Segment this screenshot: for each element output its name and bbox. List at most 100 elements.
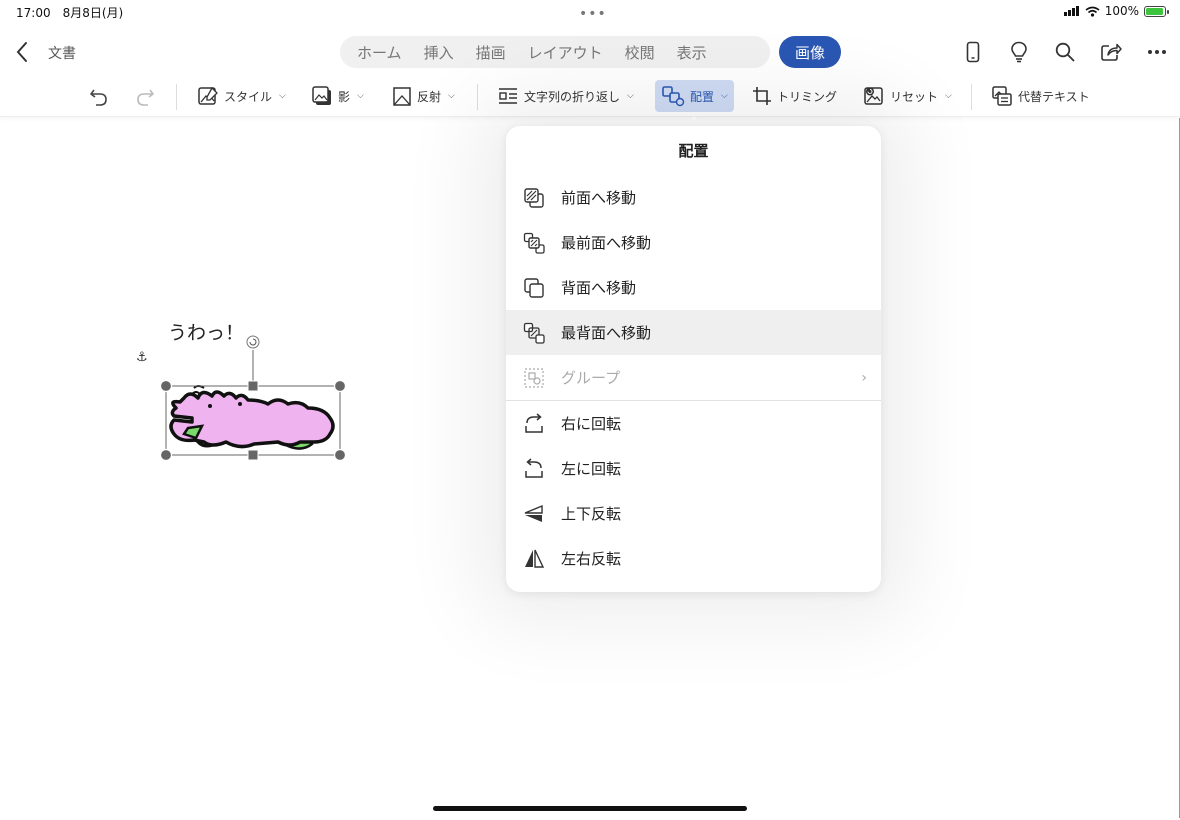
reset-picture-icon xyxy=(864,87,883,105)
status-indicators: 100% xyxy=(1063,4,1169,18)
redo-button[interactable] xyxy=(134,78,156,114)
menu-label: 右に回転 xyxy=(561,415,622,433)
style-label: スタイル xyxy=(224,89,273,104)
popover-title: 配置 xyxy=(678,142,709,160)
group-icon xyxy=(522,366,546,390)
shadow-label: 影 xyxy=(338,89,351,104)
undo-icon xyxy=(90,89,107,106)
style-button[interactable]: スタイル ⌵ xyxy=(197,78,286,114)
chevron-down-icon: ⌵ xyxy=(945,91,952,101)
wifi-icon xyxy=(1085,6,1100,17)
alt-text-label: 代替テキスト xyxy=(1018,89,1090,104)
selected-picture[interactable] xyxy=(150,330,360,470)
crop-icon xyxy=(753,87,771,105)
resize-handle[interactable] xyxy=(159,379,173,393)
shadow-button[interactable]: 影 ⌵ xyxy=(311,78,364,114)
ribbon-tabs: ホーム 挿入 描画 レイアウト 校閲 表示 xyxy=(340,36,770,68)
search-button[interactable] xyxy=(1052,36,1078,68)
tab-layout[interactable]: レイアウト xyxy=(517,42,614,63)
chevron-left-icon xyxy=(16,42,27,62)
more-button[interactable] xyxy=(1144,36,1170,68)
menu-bring-forward[interactable]: 前面へ移動 xyxy=(506,175,881,220)
chevron-down-icon: ⌵ xyxy=(357,91,364,101)
wrap-text-button[interactable]: 文字列の折り返し ⌵ xyxy=(497,78,634,114)
flip-horizontal-icon xyxy=(522,547,546,571)
pink-crocodile-image xyxy=(169,385,335,450)
menu-label: 左右反転 xyxy=(561,550,622,568)
menu-flip-vertical[interactable]: 上下反転 xyxy=(506,491,881,536)
share-icon xyxy=(1101,43,1122,61)
chevron-right-icon: › xyxy=(861,369,867,386)
rotate-handle[interactable] xyxy=(246,335,260,349)
menu-label: 左に回転 xyxy=(561,460,622,478)
reset-button[interactable]: リセット ⌵ xyxy=(863,78,952,114)
tab-picture[interactable]: 画像 xyxy=(779,36,841,68)
menu-label: グループ xyxy=(561,369,621,387)
resize-handle[interactable] xyxy=(159,448,173,462)
tab-home[interactable]: ホーム xyxy=(346,42,413,63)
menu-label: 最前面へ移動 xyxy=(561,234,652,252)
resize-handle[interactable] xyxy=(333,379,347,393)
battery-percent: 100% xyxy=(1104,4,1139,18)
lightbulb-icon xyxy=(1011,41,1027,63)
arrange-button[interactable]: 配置 ⌵ xyxy=(655,80,734,112)
ideas-button[interactable] xyxy=(1006,36,1032,68)
document-title[interactable]: 文書 xyxy=(48,43,76,63)
reflection-button[interactable]: 反射 ⌵ xyxy=(392,78,455,114)
arrange-icon xyxy=(662,86,685,107)
back-button[interactable] xyxy=(10,38,34,66)
picture-shadow-icon xyxy=(312,86,331,105)
chevron-down-icon: ⌵ xyxy=(448,91,455,101)
ribbon-divider xyxy=(176,84,177,110)
menu-rotate-right[interactable]: 右に回転 xyxy=(506,401,881,446)
search-icon xyxy=(1055,42,1075,62)
anchor-icon[interactable]: ⚓ xyxy=(136,350,148,365)
menu-group: グループ › xyxy=(506,355,881,400)
arrange-label: 配置 xyxy=(690,89,715,104)
bring-forward-icon xyxy=(522,186,546,210)
menu-rotate-left[interactable]: 左に回転 xyxy=(506,446,881,491)
undo-button[interactable] xyxy=(88,78,110,114)
more-icon xyxy=(1148,50,1166,54)
bring-to-front-icon xyxy=(522,231,546,255)
chevron-down-icon: ⌵ xyxy=(721,91,728,101)
resize-handle[interactable] xyxy=(247,380,259,392)
tab-view[interactable]: 表示 xyxy=(666,42,718,63)
arrange-popover: 配置 前面へ移動 最前面へ移動 背面へ移動 最背面へ移動 グループ › 右に回転… xyxy=(506,126,881,592)
tab-draw[interactable]: 描画 xyxy=(465,42,517,63)
alt-text-button[interactable]: 代替テキスト xyxy=(991,78,1090,114)
resize-handle[interactable] xyxy=(247,449,259,461)
reset-label: リセット xyxy=(890,89,939,104)
reflection-label: 反射 xyxy=(417,89,442,104)
battery-icon xyxy=(1144,5,1169,17)
resize-handle[interactable] xyxy=(333,448,347,462)
wrap-text-icon xyxy=(499,88,517,104)
send-to-back-icon xyxy=(522,321,546,345)
menu-send-to-back[interactable]: 最背面へ移動 xyxy=(506,310,881,355)
crop-button[interactable]: トリミング xyxy=(752,78,837,114)
alt-text-icon xyxy=(992,86,1012,106)
status-time: 17:00 8月8日(月) xyxy=(16,6,124,20)
menu-flip-horizontal[interactable]: 左右反転 xyxy=(506,536,881,581)
rotate-right-icon xyxy=(522,412,546,436)
crop-label: トリミング xyxy=(777,89,838,104)
ribbon-divider xyxy=(477,84,478,110)
header-actions xyxy=(960,36,1170,68)
flip-vertical-icon xyxy=(522,502,546,526)
menu-label: 前面へ移動 xyxy=(561,189,637,207)
phone-layout-button[interactable] xyxy=(960,36,986,68)
menu-bring-to-front[interactable]: 最前面へ移動 xyxy=(506,220,881,265)
rotate-left-icon xyxy=(522,457,546,481)
menu-label: 背面へ移動 xyxy=(561,279,637,297)
picture-ribbon: スタイル ⌵ 影 ⌵ 反射 ⌵ 文字列の折り返し ⌵ 配置 ⌵ トリミング リセ… xyxy=(0,78,1180,117)
home-indicator[interactable] xyxy=(433,806,747,811)
chevron-down-icon: ⌵ xyxy=(627,91,634,101)
send-backward-icon xyxy=(522,276,546,300)
ribbon-divider xyxy=(971,84,972,110)
tab-review[interactable]: 校閲 xyxy=(614,42,666,63)
menu-send-backward[interactable]: 背面へ移動 xyxy=(506,265,881,310)
multitasking-dots-icon[interactable]: ••• xyxy=(579,6,607,22)
share-button[interactable] xyxy=(1098,36,1124,68)
wrap-text-label: 文字列の折り返し xyxy=(524,89,621,104)
tab-insert[interactable]: 挿入 xyxy=(413,42,465,63)
